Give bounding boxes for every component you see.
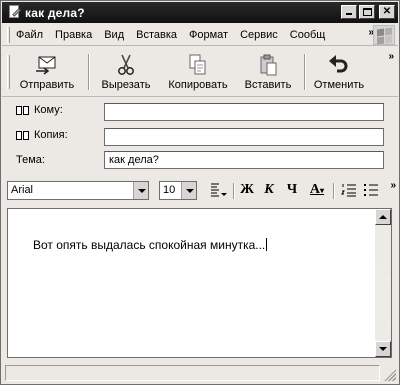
numbered-list-button[interactable] (340, 182, 358, 200)
vertical-scrollbar[interactable] (375, 209, 391, 357)
italic-button[interactable]: К (261, 182, 277, 200)
scroll-down-icon[interactable] (375, 341, 391, 357)
cc-field[interactable] (104, 128, 384, 146)
send-icon (36, 56, 56, 75)
paragraph-style-icon (211, 183, 227, 197)
paste-icon (260, 54, 277, 76)
chevron-down-icon[interactable] (133, 182, 148, 199)
undo-button[interactable]: Отменить (308, 51, 370, 93)
paragraph-style-button[interactable] (208, 182, 228, 200)
cut-label: Вырезать (101, 79, 151, 91)
send-label: Отправить (19, 79, 75, 91)
menu-tools[interactable]: Сервис (240, 29, 278, 41)
copy-button[interactable]: Копировать (165, 51, 231, 93)
text-caret (266, 238, 268, 251)
paste-label: Вставить (244, 79, 292, 91)
status-bar (2, 363, 398, 383)
toolbar-separator (88, 54, 90, 90)
window-title: как дела? (25, 5, 85, 20)
minimize-icon (346, 13, 352, 15)
toolbar-overflow-chevron-icon[interactable]: » (388, 51, 393, 62)
menu-format[interactable]: Формат (189, 29, 228, 41)
bulleted-list-button[interactable] (362, 182, 380, 200)
paste-button[interactable]: Вставить (239, 51, 297, 93)
undo-label: Отменить (313, 79, 365, 91)
menu-grip[interactable] (7, 26, 10, 43)
menu-overflow-chevron-icon[interactable]: » (368, 27, 373, 38)
minimize-button[interactable] (341, 5, 357, 19)
maximize-button[interactable] (359, 5, 375, 19)
to-label-button[interactable]: Кому: (16, 104, 63, 116)
menu-file[interactable]: Файл (16, 29, 43, 41)
subject-field[interactable] (104, 151, 384, 169)
chevron-down-icon[interactable] (181, 182, 196, 199)
menu-view[interactable]: Вид (104, 29, 124, 41)
resize-grip-icon[interactable] (384, 369, 396, 381)
underline-button[interactable]: Ч (284, 182, 300, 200)
format-separator (333, 183, 335, 199)
close-button[interactable]: ✕ (379, 5, 395, 19)
title-bar[interactable]: как дела? ✕ (2, 2, 398, 23)
cc-label: Копия: (34, 129, 68, 141)
cc-label-button[interactable]: Копия: (16, 129, 68, 141)
cut-button[interactable]: Вырезать (96, 51, 156, 93)
subject-label: Тема: (16, 154, 45, 166)
windows-logo-icon (373, 25, 395, 45)
copy-label: Копировать (168, 79, 228, 91)
format-separator (233, 183, 235, 199)
scissors-icon (118, 54, 134, 75)
numbered-list-icon (341, 184, 356, 197)
toolbar-separator (304, 54, 306, 90)
to-label: Кому: (34, 104, 63, 116)
font-name-select[interactable]: Arial (7, 181, 149, 200)
close-icon: ✕ (382, 6, 392, 17)
menu-edit[interactable]: Правка (55, 29, 92, 41)
message-body-editor[interactable]: Вот опять выдалась спокойная минутка... (7, 208, 392, 358)
font-name-value: Arial (11, 184, 34, 196)
copy-icon (189, 54, 206, 75)
message-body-value: Вот опять выдалась спокойная минутка... (33, 238, 266, 252)
font-size-select[interactable]: 10 (159, 181, 197, 200)
menu-insert[interactable]: Вставка (136, 29, 177, 41)
standard-toolbar: Отправить Вырезать Копировать Вставить О… (2, 47, 398, 97)
subject-label-wrap: Тема: (16, 154, 45, 166)
font-color-button[interactable]: А▾ (306, 182, 328, 200)
bold-button[interactable]: Ж (239, 182, 255, 200)
format-overflow-chevron-icon[interactable]: » (390, 180, 395, 191)
bulleted-list-icon (364, 184, 378, 196)
menu-message[interactable]: Сообщ (290, 29, 326, 41)
scroll-up-icon[interactable] (375, 209, 391, 225)
menu-bar: Файл Правка Вид Вставка Формат Сервис Со… (2, 24, 398, 46)
address-book-icon (16, 105, 30, 116)
send-button[interactable]: Отправить (16, 51, 78, 93)
font-size-value: 10 (163, 184, 176, 196)
to-field[interactable] (104, 103, 384, 121)
undo-icon (329, 55, 348, 73)
compose-window: как дела? ✕ Файл Правка Вид Вставка Форм… (0, 0, 400, 385)
address-book-icon (16, 130, 30, 141)
maximize-icon (363, 8, 372, 16)
message-body-text[interactable]: Вот опять выдалась спокойная минутка... (33, 238, 268, 252)
status-cell (5, 365, 380, 381)
chevron-down-icon: ▾ (320, 186, 325, 195)
formatting-toolbar: Arial 10 Ж К Ч А▾ » (2, 179, 398, 203)
toolbar-grip[interactable] (7, 55, 10, 89)
font-color-label: А (309, 182, 321, 197)
compose-message-icon (7, 5, 21, 20)
